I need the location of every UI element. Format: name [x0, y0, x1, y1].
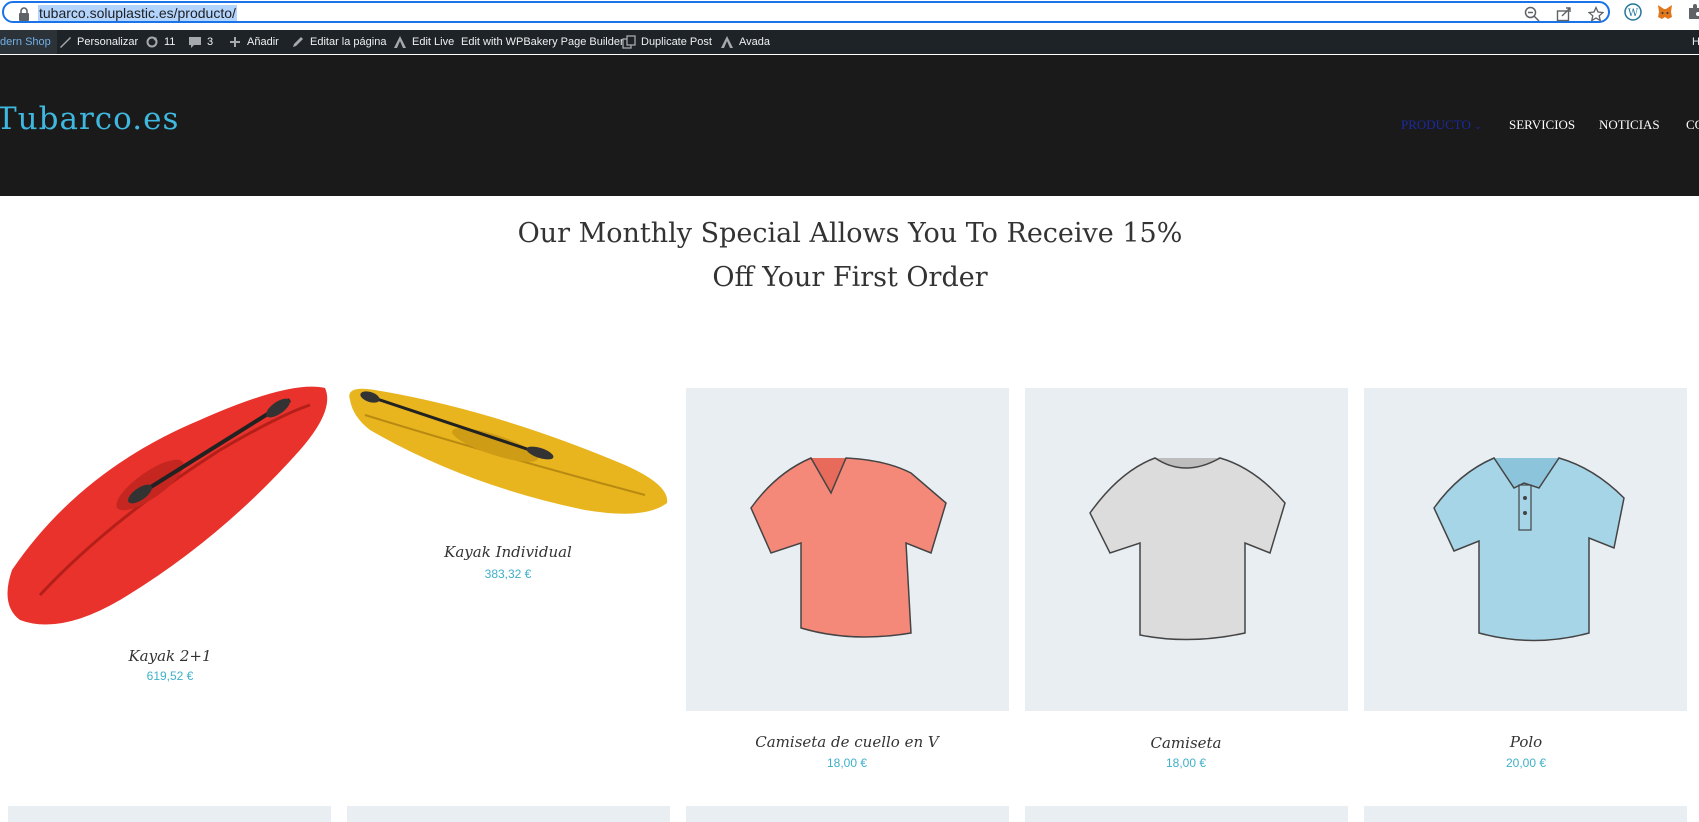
admin-edit-page-label: Editar la página	[310, 36, 387, 48]
kayak-red-image[interactable]	[0, 380, 335, 630]
tshirt-image	[1089, 457, 1286, 641]
vneck-shirt-image	[750, 457, 947, 638]
brush-icon	[60, 37, 71, 49]
svg-text:W: W	[1628, 8, 1639, 19]
address-bar[interactable]: tubarco.soluplastic.es/producto/	[2, 1, 1610, 23]
lock-icon[interactable]	[18, 7, 30, 21]
bookmark-star-icon[interactable]	[1588, 6, 1604, 22]
nav-item-producto[interactable]: PRODUCTO ⌄	[1401, 117, 1482, 133]
pencil-icon	[293, 37, 303, 48]
avada-logo-icon	[721, 36, 733, 49]
product-name[interactable]: Kayak 2+1	[60, 647, 280, 665]
promo-headline-line2: Off Your First Order	[712, 262, 988, 293]
admin-site-name[interactable]: dern Shop	[0, 30, 57, 54]
site-logo[interactable]: Tubarco.es	[0, 101, 179, 137]
admin-duplicate-post[interactable]: Duplicate Post	[622, 30, 712, 54]
product-card-peek[interactable]	[686, 806, 1009, 822]
admin-wpbakery[interactable]: Edit with WPBakery Page Builder	[461, 30, 624, 54]
product-card-peek[interactable]	[1025, 806, 1348, 822]
product-price: 18,00 €	[826, 756, 868, 770]
plus-icon	[230, 37, 240, 48]
nav-item-noticias[interactable]: NOTICIAS	[1599, 117, 1660, 133]
browser-toolbar: tubarco.soluplastic.es/producto/ W	[0, 0, 1699, 26]
product-price: 383,32 €	[484, 567, 532, 581]
admin-add-new-label: Añadir	[247, 36, 279, 48]
extensions-puzzle-icon[interactable]	[1686, 3, 1699, 21]
kayak-yellow-image[interactable]	[345, 385, 670, 525]
product-image-box[interactable]	[1364, 388, 1687, 711]
product-image-box[interactable]	[686, 388, 1009, 711]
product-card-peek[interactable]	[347, 806, 670, 822]
admin-updates[interactable]: 11	[145, 30, 175, 54]
product-price: 18,00 €	[1165, 756, 1207, 770]
product-name[interactable]: Polo	[1416, 733, 1636, 751]
chevron-down-icon: ⌄	[1474, 121, 1482, 131]
avada-icon	[394, 36, 406, 49]
admin-avada[interactable]: Avada	[720, 30, 770, 54]
admin-edit-live[interactable]: Edit Live	[393, 30, 454, 54]
product-name[interactable]: Kayak Individual	[398, 543, 618, 561]
admin-avada-label: Avada	[739, 36, 770, 48]
nav-producto-label: PRODUCTO	[1401, 117, 1471, 132]
admin-howdy[interactable]: H	[1692, 30, 1699, 54]
site-header: Tubarco.es PRODUCTO ⌄ SERVICIOS NOTICIAS…	[0, 55, 1699, 196]
url-text[interactable]: tubarco.soluplastic.es/producto/	[38, 5, 237, 21]
admin-edit-page[interactable]: Editar la página	[291, 30, 386, 54]
comment-icon	[189, 37, 201, 49]
share-icon[interactable]	[1556, 6, 1572, 22]
product-price: 619,52 €	[146, 669, 194, 683]
admin-duplicate-label: Duplicate Post	[641, 36, 712, 48]
admin-updates-count: 11	[164, 36, 176, 48]
product-name[interactable]: Camiseta de cuello en V	[737, 733, 957, 751]
product-price: 20,00 €	[1505, 756, 1547, 770]
wp-admin-bar: dern Shop Personalizar 11 3 Añadir Edita…	[0, 30, 1699, 54]
product-card-peek[interactable]	[1364, 806, 1687, 822]
promo-headline-line1: Our Monthly Special Allows You To Receiv…	[517, 218, 1183, 249]
product-card-peek[interactable]	[8, 806, 331, 822]
product-image-box[interactable]	[1025, 388, 1348, 711]
admin-customize-label: Personalizar	[77, 36, 139, 48]
updates-icon	[146, 36, 158, 48]
zoom-out-icon[interactable]	[1524, 6, 1540, 22]
nav-item-servicios[interactable]: SERVICIOS	[1509, 117, 1575, 133]
admin-edit-live-label: Edit Live	[412, 36, 455, 48]
admin-add-new[interactable]: Añadir	[228, 30, 279, 54]
product-name[interactable]: Camiseta	[1076, 734, 1296, 752]
admin-comments-count: 3	[207, 36, 214, 48]
duplicate-icon	[622, 35, 636, 49]
promo-headline: Our Monthly Special Allows You To Receiv…	[480, 212, 1220, 300]
admin-customize[interactable]: Personalizar	[58, 30, 138, 54]
nav-item-contacto[interactable]: CO	[1686, 117, 1699, 133]
metamask-fox-icon[interactable]	[1656, 3, 1674, 21]
polo-shirt-image	[1433, 457, 1625, 642]
wordpress-extension-icon[interactable]: W	[1624, 3, 1642, 21]
admin-comments[interactable]: 3	[188, 30, 213, 54]
